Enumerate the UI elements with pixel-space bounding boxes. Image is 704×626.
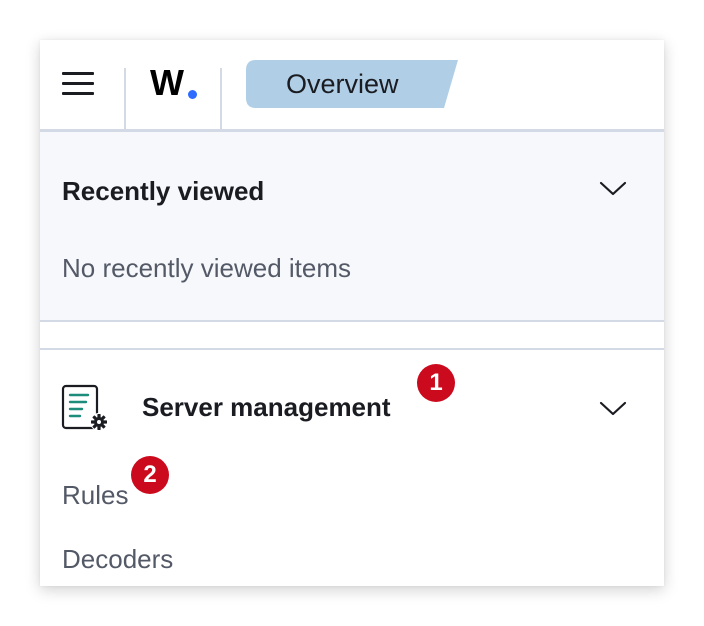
chevron-down-icon[interactable]: [598, 398, 628, 418]
server-management-section: Server management Rules Decoders 1 2: [40, 350, 664, 586]
recently-viewed-section: Recently viewed No recently viewed items: [40, 132, 664, 322]
chevron-down-icon[interactable]: [598, 178, 628, 198]
breadcrumb-label: Overview: [286, 69, 399, 99]
annotation-badge-1: 1: [417, 364, 455, 402]
header-divider: [124, 68, 126, 132]
section-separator: [40, 322, 664, 350]
hamburger-menu-icon[interactable]: [62, 72, 96, 98]
app-logo[interactable]: W: [150, 62, 184, 104]
navigation-panel: W Overview Recently viewed No recently v…: [40, 40, 664, 586]
header-bar: W Overview: [40, 40, 664, 132]
logo-dot: [188, 90, 197, 99]
server-management-icon: [61, 384, 108, 431]
annotation-badge-2: 2: [131, 456, 169, 494]
nav-link-rules[interactable]: Rules: [62, 480, 128, 511]
recently-viewed-title[interactable]: Recently viewed: [62, 176, 264, 207]
header-divider: [220, 68, 222, 132]
breadcrumb-overview[interactable]: Overview: [246, 60, 458, 108]
nav-link-decoders[interactable]: Decoders: [62, 544, 173, 575]
server-management-title[interactable]: Server management: [142, 392, 391, 423]
recently-viewed-empty-message: No recently viewed items: [62, 253, 351, 283]
